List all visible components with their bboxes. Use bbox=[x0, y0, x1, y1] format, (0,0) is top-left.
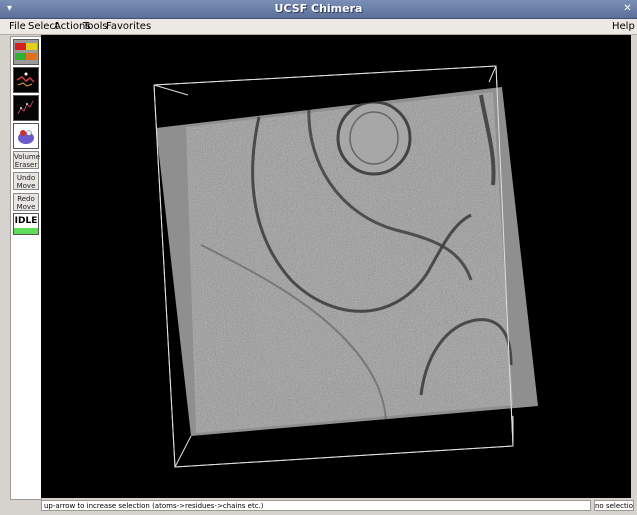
bounding-box-edge bbox=[174, 435, 192, 468]
title-bar: ▾ UCSF Chimera ✕ bbox=[0, 0, 637, 19]
graphics-viewport[interactable] bbox=[41, 35, 631, 498]
idle-label: IDLE bbox=[14, 216, 38, 226]
volume-render[interactable] bbox=[41, 35, 631, 498]
model-panel-icon[interactable] bbox=[13, 39, 39, 65]
volume-eraser-button[interactable]: Volume Eraser bbox=[13, 151, 40, 169]
tomogram-slice bbox=[186, 92, 513, 433]
bounding-box-edge bbox=[153, 84, 189, 96]
undo-move-button[interactable]: Undo Move bbox=[13, 172, 39, 190]
close-icon[interactable]: ✕ bbox=[622, 3, 633, 14]
chimera-logo-graphic bbox=[14, 124, 38, 148]
model-panel-graphic bbox=[14, 40, 38, 64]
structure-view-graphic bbox=[14, 68, 38, 92]
menu-bar: File Select Actions Tools Favorites Help bbox=[0, 19, 637, 35]
sequence-view-icon[interactable] bbox=[13, 95, 39, 121]
status-message: up-arrow to increase selection (atoms->r… bbox=[41, 500, 591, 511]
chimera-logo-icon[interactable] bbox=[13, 123, 39, 149]
toolbar: Volume Eraser Undo Move Redo Move IDLE bbox=[10, 36, 42, 500]
bounding-box-edge bbox=[488, 65, 497, 83]
idle-status-bar bbox=[14, 228, 38, 234]
redo-move-button[interactable]: Redo Move bbox=[13, 193, 39, 211]
selection-indicator: no selection bbox=[594, 500, 634, 511]
menu-help[interactable]: Help bbox=[612, 20, 635, 33]
menu-tools[interactable]: Tools bbox=[83, 20, 108, 33]
menu-file[interactable]: File bbox=[9, 20, 26, 33]
menu-favorites[interactable]: Favorites bbox=[106, 20, 151, 33]
window-title: UCSF Chimera bbox=[274, 2, 363, 15]
structure-view-icon[interactable] bbox=[13, 67, 39, 93]
sequence-view-graphic bbox=[14, 96, 38, 120]
idle-indicator: IDLE bbox=[13, 213, 39, 235]
